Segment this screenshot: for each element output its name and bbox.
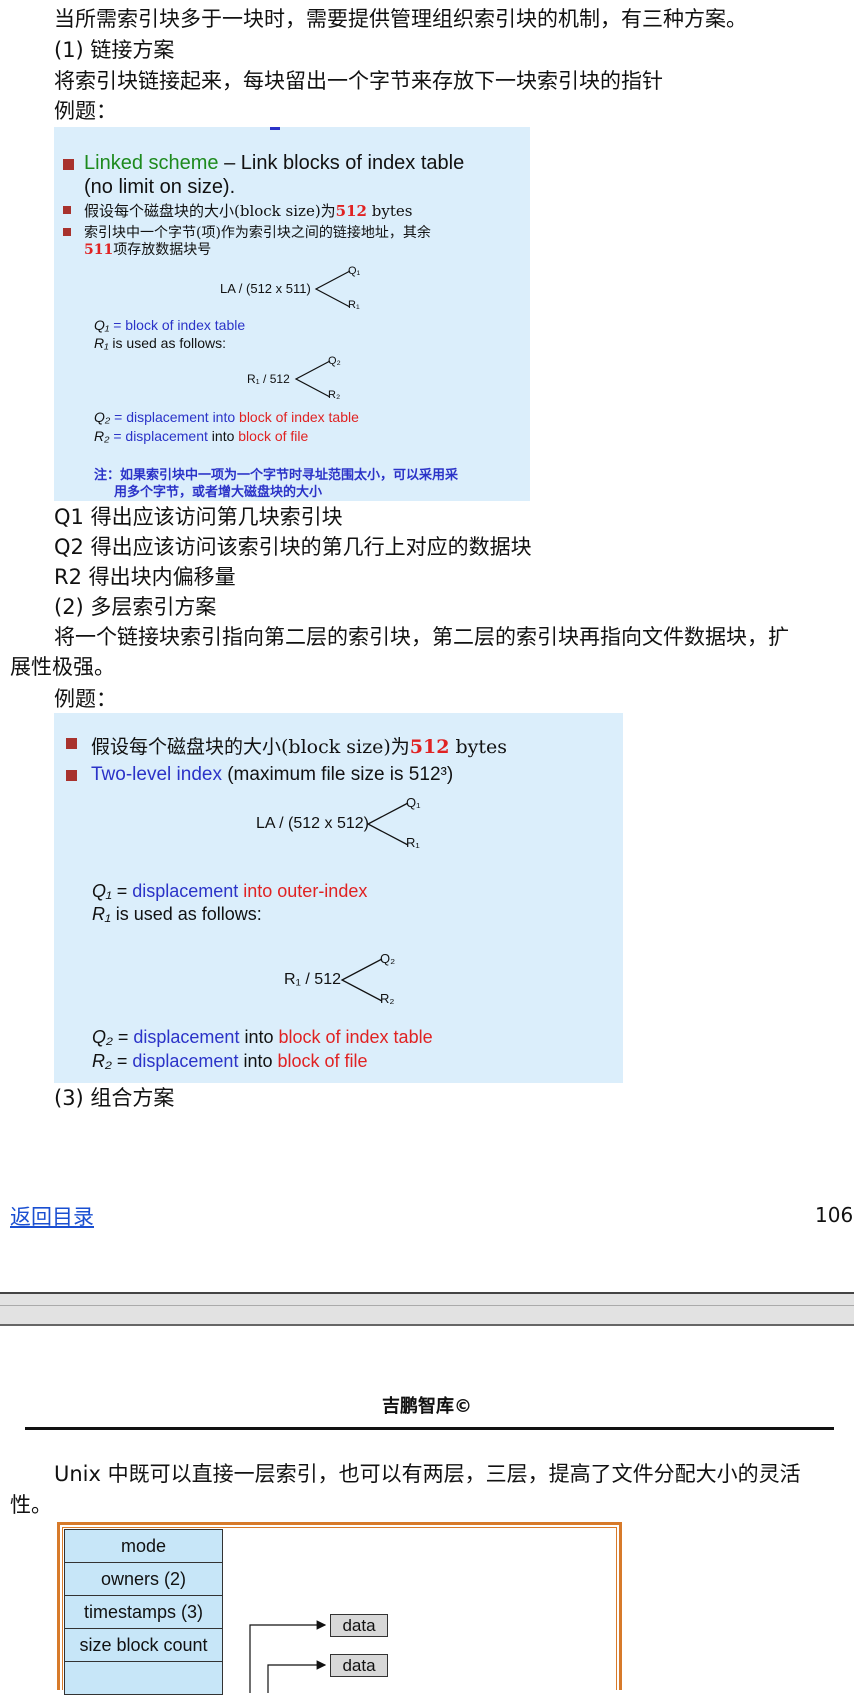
bullet-icon xyxy=(63,228,71,236)
section-2-description-line-2: 展性极强。 xyxy=(10,655,115,679)
r1-label: R₁ xyxy=(406,835,420,850)
block-size-bullet: 假设每个磁盘块的大小(block size)为512 bytes xyxy=(91,736,508,758)
no-limit-text: (no limit on size). xyxy=(84,176,236,198)
r2-label: R₂ xyxy=(328,389,341,401)
linked-scheme-slide: Linked scheme – Link blocks of index tab… xyxy=(54,127,530,501)
bullet-icon xyxy=(63,159,74,170)
clipped-title-fragment xyxy=(270,127,280,130)
q2-explanation: Q2 得出应该访问该索引块的第几行上对应的数据块 xyxy=(54,535,532,559)
q1-label: Q₁ xyxy=(406,795,421,810)
back-to-contents-link[interactable]: 返回目录 xyxy=(10,1201,94,1231)
data-block: data xyxy=(330,1654,388,1677)
q2-label: Q₂ xyxy=(328,355,341,367)
linked-scheme-heading: Linked scheme – Link blocks of index tab… xyxy=(84,152,465,174)
page-separator-bottom-line xyxy=(0,1324,854,1326)
two-level-index-bullet: Two-level index (maximum file size is 51… xyxy=(91,764,454,785)
section-1-title: (1) 链接方案 xyxy=(54,38,175,62)
page-separator xyxy=(0,1292,854,1326)
bullet-icon xyxy=(63,206,71,214)
page-number: 106 xyxy=(815,1203,854,1227)
r1-label: R₁ xyxy=(348,299,360,311)
block-size-bullet: 假设每个磁盘块的大小(block size)为512 bytes xyxy=(84,202,413,220)
header-rule xyxy=(25,1427,834,1430)
note-line-2: 用多个字节，或者增大磁盘块的大小 xyxy=(114,485,323,500)
two-level-index-slide: 假设每个磁盘块的大小(block size)为512 bytes Two-lev… xyxy=(54,713,623,1083)
section-3-title: (3) 组合方案 xyxy=(54,1086,175,1110)
bullet-icon xyxy=(66,738,77,749)
index-entry-bullet-line-2: 511项存放数据块号 xyxy=(84,242,212,258)
q1-definition: Q₁ = block of index table xyxy=(94,317,246,333)
r2-definition: R₂ = displacement into block of file xyxy=(94,428,309,444)
page-separator-top-line xyxy=(0,1292,854,1294)
r1-definition: R₁ is used as follows: xyxy=(94,335,227,351)
q1-explanation: Q1 得出应该访问第几块索引块 xyxy=(54,505,343,529)
q2-label: Q₂ xyxy=(380,951,396,966)
la-division-512x511: LA / (512 x 511) xyxy=(220,281,311,296)
q1-definition: Q₁ = displacement into outer-index xyxy=(92,881,368,901)
page-header-title: 吉鹏智库© xyxy=(382,1396,472,1417)
q2-definition: Q₂ = displacement into block of index ta… xyxy=(92,1027,433,1047)
q1-label: Q₁ xyxy=(348,265,361,277)
inode-diagram-frame: mode owners (2) timestamps (3) size bloc… xyxy=(57,1522,622,1695)
example-label-1: 例题： xyxy=(54,99,117,123)
r1-definition: R₁ is used as follows: xyxy=(92,904,262,924)
r1-divided-by-512: R₁ / 512 xyxy=(247,372,290,386)
la-division-512x512: LA / (512 x 512) xyxy=(256,815,369,832)
intro-paragraph: 当所需索引块多于一块时，需要提供管理组织索引块的机制，有三种方案。 xyxy=(54,7,747,31)
example-label-2: 例题： xyxy=(54,687,117,711)
unix-description-line-1: Unix 中既可以直接一层索引，也可以有两层，三层，提高了文件分配大小的灵活 xyxy=(54,1462,801,1486)
r1-divided-by-512: R₁ / 512 xyxy=(284,971,341,988)
section-2-title: (2) 多层索引方案 xyxy=(54,595,217,619)
r2-label: R₂ xyxy=(380,991,395,1006)
unix-description-line-2: 性。 xyxy=(10,1493,52,1517)
page-separator-mid-line xyxy=(0,1305,854,1306)
r2-definition: R₂ = displacement into block of file xyxy=(92,1051,368,1071)
data-block: data xyxy=(330,1614,388,1637)
q2-definition: Q₂ = displacement into block of index ta… xyxy=(94,409,359,425)
r2-explanation: R2 得出块内偏移量 xyxy=(54,565,236,589)
section-2-description-line-1: 将一个链接块索引指向第二层的索引块，第二层的索引块再指向文件数据块，扩 xyxy=(54,625,789,649)
bullet-icon xyxy=(66,770,77,781)
section-1-description: 将索引块链接起来，每块留出一个字节来存放下一块索引块的指针 xyxy=(54,69,663,93)
